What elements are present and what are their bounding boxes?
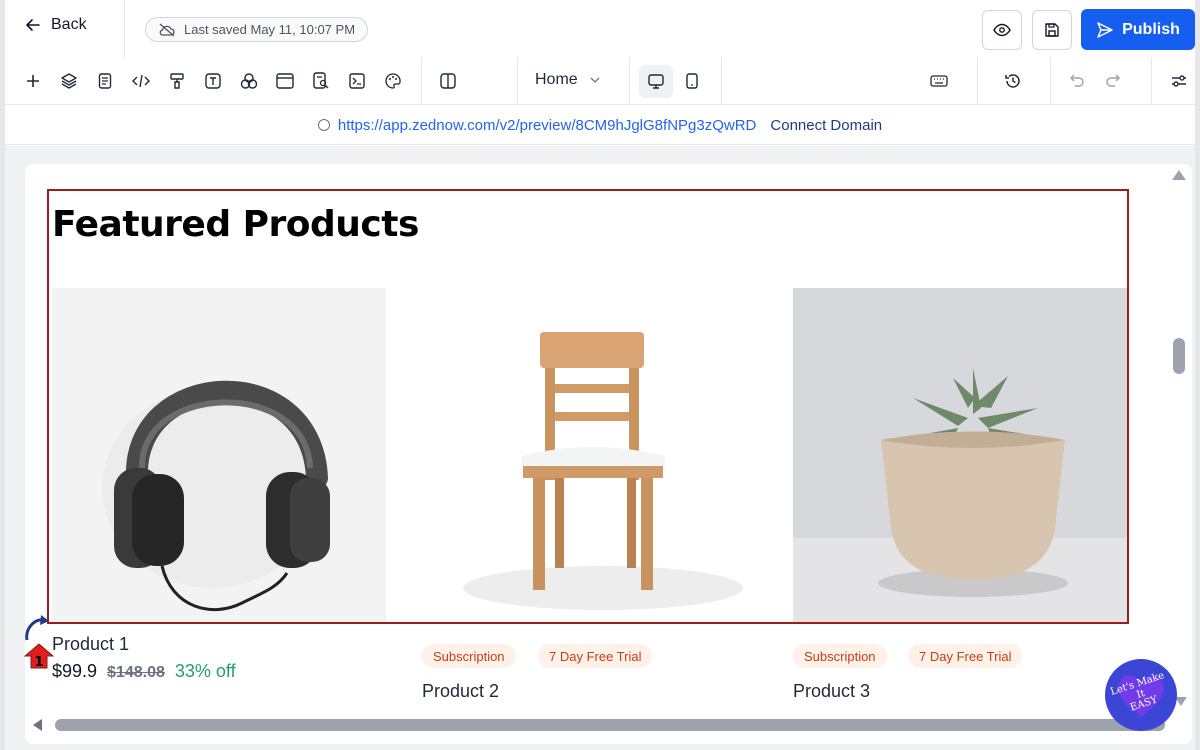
- keyboard-shortcuts-button[interactable]: [927, 69, 951, 93]
- settings-sliders-icon: [1172, 75, 1186, 87]
- publish-button[interactable]: Publish: [1081, 9, 1195, 50]
- seo-button[interactable]: [309, 69, 333, 93]
- product-1-discount: 33% off: [174, 661, 236, 681]
- product-2-badge-subscription: Subscription: [422, 644, 516, 668]
- undo-button[interactable]: [1065, 69, 1089, 93]
- top-bar: Back Last saved May 11, 10:07 PM Publish: [5, 0, 1195, 57]
- last-saved-badge: Last saved May 11, 10:07 PM: [145, 17, 369, 42]
- product-3-name[interactable]: Product 3: [793, 681, 870, 702]
- eye-icon: [993, 23, 1011, 37]
- add-element-button[interactable]: [21, 69, 45, 93]
- sections-button[interactable]: [273, 69, 297, 93]
- vertical-scrollbar-thumb[interactable]: [1173, 338, 1185, 374]
- product-1-old-price: $148.08: [107, 664, 165, 681]
- search-page-icon: [313, 72, 329, 89]
- editor-toolbar: Home: [5, 57, 1195, 105]
- divider: [421, 57, 422, 105]
- desktop-view-button[interactable]: [644, 69, 668, 93]
- elements-icon: [240, 73, 258, 89]
- history-icon: [1005, 74, 1020, 88]
- step-marker: 1: [19, 610, 59, 674]
- preview-button[interactable]: [982, 10, 1022, 50]
- step-number: 1: [34, 655, 43, 670]
- cloud-off-icon: [159, 23, 175, 36]
- product-image-chair[interactable]: [423, 288, 757, 622]
- divider: [1050, 57, 1051, 105]
- divider: [124, 0, 125, 57]
- redo-icon: [1106, 74, 1120, 87]
- split-view-button[interactable]: [436, 69, 460, 93]
- save-button[interactable]: [1032, 10, 1072, 50]
- divider: [721, 57, 722, 105]
- product-2-badge-trial: 7 Day Free Trial: [538, 644, 653, 668]
- layers-button[interactable]: [57, 69, 81, 93]
- product-image-succulent[interactable]: [793, 288, 1127, 622]
- columns-icon: [440, 73, 456, 89]
- terminal-icon: [349, 73, 365, 89]
- elements-button[interactable]: [237, 69, 261, 93]
- page-selector-value: Home: [535, 71, 578, 88]
- help-widget-button[interactable]: Let's Make It EASY: [1105, 659, 1177, 731]
- page-icon: [98, 73, 112, 89]
- horizontal-scrollbar-thumb[interactable]: [55, 719, 1165, 731]
- product-2-name[interactable]: Product 2: [422, 681, 499, 702]
- product-3-badge-subscription: Subscription: [793, 644, 887, 668]
- text-icon: [205, 73, 221, 89]
- scroll-up-arrow[interactable]: [1172, 170, 1186, 180]
- text-button[interactable]: [201, 69, 225, 93]
- website-builder-app: Back Last saved May 11, 10:07 PM Publish: [0, 0, 1200, 750]
- mobile-icon: [686, 73, 698, 89]
- page-canvas[interactable]: Featured Products Product 1 $99.9 $148.0…: [25, 164, 1192, 744]
- page-selector[interactable]: Home: [535, 71, 600, 89]
- mobile-view-button[interactable]: [680, 69, 704, 93]
- publish-label: Publish: [1122, 20, 1180, 38]
- scroll-left-arrow[interactable]: [33, 719, 42, 731]
- custom-code-button[interactable]: [129, 69, 153, 93]
- desktop-icon: [648, 73, 664, 89]
- paint-roller-icon: [170, 73, 184, 89]
- send-icon: [1097, 21, 1113, 38]
- tracking-code-button[interactable]: [345, 69, 369, 93]
- preview-url-bar: https://app.zednow.com/v2/preview/8CM9hJ…: [5, 106, 1195, 145]
- settings-button[interactable]: [1167, 69, 1191, 93]
- divider: [977, 57, 978, 105]
- back-button[interactable]: Back: [25, 16, 87, 34]
- connect-domain-link[interactable]: Connect Domain: [770, 117, 882, 134]
- divider: [629, 57, 630, 105]
- pages-button[interactable]: [93, 69, 117, 93]
- back-label: Back: [51, 16, 87, 33]
- code-icon: [132, 74, 150, 88]
- product-3-badge-trial: 7 Day Free Trial: [908, 644, 1023, 668]
- theme-button[interactable]: [381, 69, 405, 93]
- keyboard-icon: [930, 75, 948, 87]
- palette-icon: [385, 73, 401, 89]
- save-icon: [1045, 23, 1059, 37]
- version-history-button[interactable]: [1001, 69, 1025, 93]
- redo-button[interactable]: [1101, 69, 1125, 93]
- divider: [517, 57, 518, 105]
- preview-url-link[interactable]: https://app.zednow.com/v2/preview/8CM9hJ…: [338, 117, 757, 134]
- chevron-down-icon: [590, 77, 600, 83]
- browser-icon: [276, 73, 294, 89]
- last-saved-text: Last saved May 11, 10:07 PM: [184, 22, 356, 37]
- styles-button[interactable]: [165, 69, 189, 93]
- circle-icon: [317, 119, 330, 131]
- product-image-headphones[interactable]: [52, 288, 386, 622]
- divider: [1151, 57, 1152, 105]
- layers-icon: [61, 73, 77, 89]
- undo-icon: [1070, 74, 1084, 87]
- product-1-name[interactable]: Product 1: [52, 634, 129, 655]
- section-title[interactable]: Featured Products: [52, 204, 419, 245]
- product-1-price-row: $99.9 $148.08 33% off: [52, 661, 236, 682]
- arrow-left-icon: [26, 19, 40, 31]
- plus-icon: [27, 75, 39, 87]
